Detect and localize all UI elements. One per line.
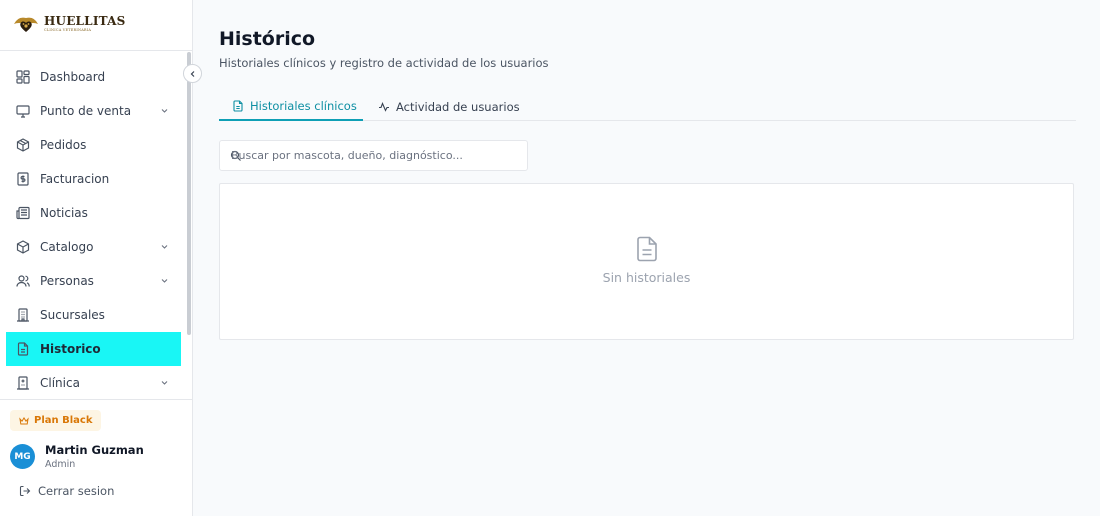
activity-icon bbox=[379, 101, 389, 112]
user-name: Martin Guzman bbox=[45, 443, 144, 457]
sidebar-item-pedidos[interactable]: Pedidos bbox=[6, 128, 181, 162]
page-title: Histórico bbox=[219, 28, 316, 50]
brand-logo[interactable]: HUELLITAS CLINICA VETERINARIA bbox=[12, 12, 126, 36]
sidebar-item-catalogo[interactable]: Catalogo bbox=[6, 230, 181, 264]
sidebar-item-label: Sucursales bbox=[40, 308, 105, 322]
sidebar-item-noticias[interactable]: Noticias bbox=[6, 196, 181, 230]
logo-divider bbox=[0, 50, 192, 51]
empty-state-panel: Sin historiales bbox=[219, 183, 1074, 340]
sidebar-item-label: Pedidos bbox=[40, 138, 87, 152]
sidebar-item-label: Dashboard bbox=[40, 70, 106, 84]
chevron-down-icon[interactable] bbox=[160, 276, 169, 285]
brand-subtitle: CLINICA VETERINARIA bbox=[44, 28, 92, 33]
users-icon bbox=[16, 274, 30, 288]
search-input[interactable] bbox=[220, 141, 527, 170]
chevron-left-icon bbox=[190, 70, 194, 77]
sidebar-item-label: Historico bbox=[40, 342, 101, 356]
user-profile[interactable]: MG Martin Guzman Admin bbox=[10, 443, 144, 470]
dashboard-icon bbox=[16, 70, 30, 84]
paw-heart-emblem-icon bbox=[14, 17, 38, 32]
sidebar-item-label: Facturacion bbox=[40, 172, 110, 186]
avatar: MG bbox=[10, 444, 35, 469]
sidebar-item-label: Clínica bbox=[40, 376, 80, 390]
sidebar-bottom-divider bbox=[0, 399, 192, 400]
user-role: Admin bbox=[45, 459, 76, 470]
tab-label: Actividad de usuarios bbox=[396, 99, 520, 114]
brand-name: HUELLITAS bbox=[44, 14, 126, 29]
sidebar-nav: Dashboard Punto de venta Pedidos Factura… bbox=[6, 60, 181, 400]
file-text-icon bbox=[233, 99, 243, 112]
sidebar-item-dashboard[interactable]: Dashboard bbox=[6, 60, 181, 94]
sidebar-item-sucursales[interactable]: Sucursales bbox=[6, 298, 181, 332]
sidebar-item-label: Noticias bbox=[40, 206, 88, 220]
sidebar-item-facturacion[interactable]: Facturacion bbox=[6, 162, 181, 196]
file-text-icon bbox=[637, 236, 657, 262]
monitor-icon bbox=[16, 104, 30, 118]
page-subtitle: Historiales clínicos y registro de activ… bbox=[219, 56, 549, 70]
sidebar-item-historico[interactable]: Historico bbox=[6, 332, 181, 366]
package-icon bbox=[16, 138, 30, 152]
tab-actividad-de-usuarios[interactable]: Actividad de usuarios bbox=[378, 92, 520, 121]
sidebar-item-clinica[interactable]: Clínica bbox=[6, 366, 181, 400]
sidebar-item-label: Personas bbox=[40, 274, 94, 288]
sidebar: HUELLITAS CLINICA VETERINARIA Dashboard … bbox=[0, 0, 193, 516]
collapse-sidebar-button[interactable] bbox=[183, 64, 202, 83]
chevron-down-icon[interactable] bbox=[160, 106, 169, 115]
hospital-icon bbox=[16, 376, 30, 390]
chevron-down-icon[interactable] bbox=[160, 378, 169, 387]
sidebar-item-label: Punto de venta bbox=[40, 104, 132, 118]
tab-bar: Historiales clínicos Actividad de usuari… bbox=[219, 92, 1076, 121]
search-box bbox=[219, 140, 528, 171]
crown-icon bbox=[19, 416, 29, 424]
logout-button[interactable]: Cerrar sesion bbox=[19, 484, 114, 498]
sidebar-item-label: Catalogo bbox=[40, 240, 94, 254]
tab-historiales-clinicos[interactable]: Historiales clínicos bbox=[219, 92, 363, 121]
chevron-down-icon[interactable] bbox=[160, 242, 169, 251]
plan-badge: Plan Black bbox=[10, 410, 102, 431]
box-icon bbox=[16, 240, 30, 254]
plan-label: Plan Black bbox=[34, 415, 93, 426]
logout-label: Cerrar sesion bbox=[38, 484, 115, 498]
receipt-dollar-icon bbox=[16, 172, 30, 186]
tab-label: Historiales clínicos bbox=[250, 98, 357, 113]
newspaper-icon bbox=[16, 206, 30, 220]
sidebar-item-punto-de-venta[interactable]: Punto de venta bbox=[6, 94, 181, 128]
sidebar-scrollbar[interactable] bbox=[187, 52, 191, 335]
empty-state-text: Sin historiales bbox=[602, 270, 691, 285]
sidebar-item-personas[interactable]: Personas bbox=[6, 264, 181, 298]
logout-icon bbox=[19, 485, 31, 497]
file-text-icon bbox=[16, 342, 30, 356]
building-icon bbox=[16, 308, 30, 322]
